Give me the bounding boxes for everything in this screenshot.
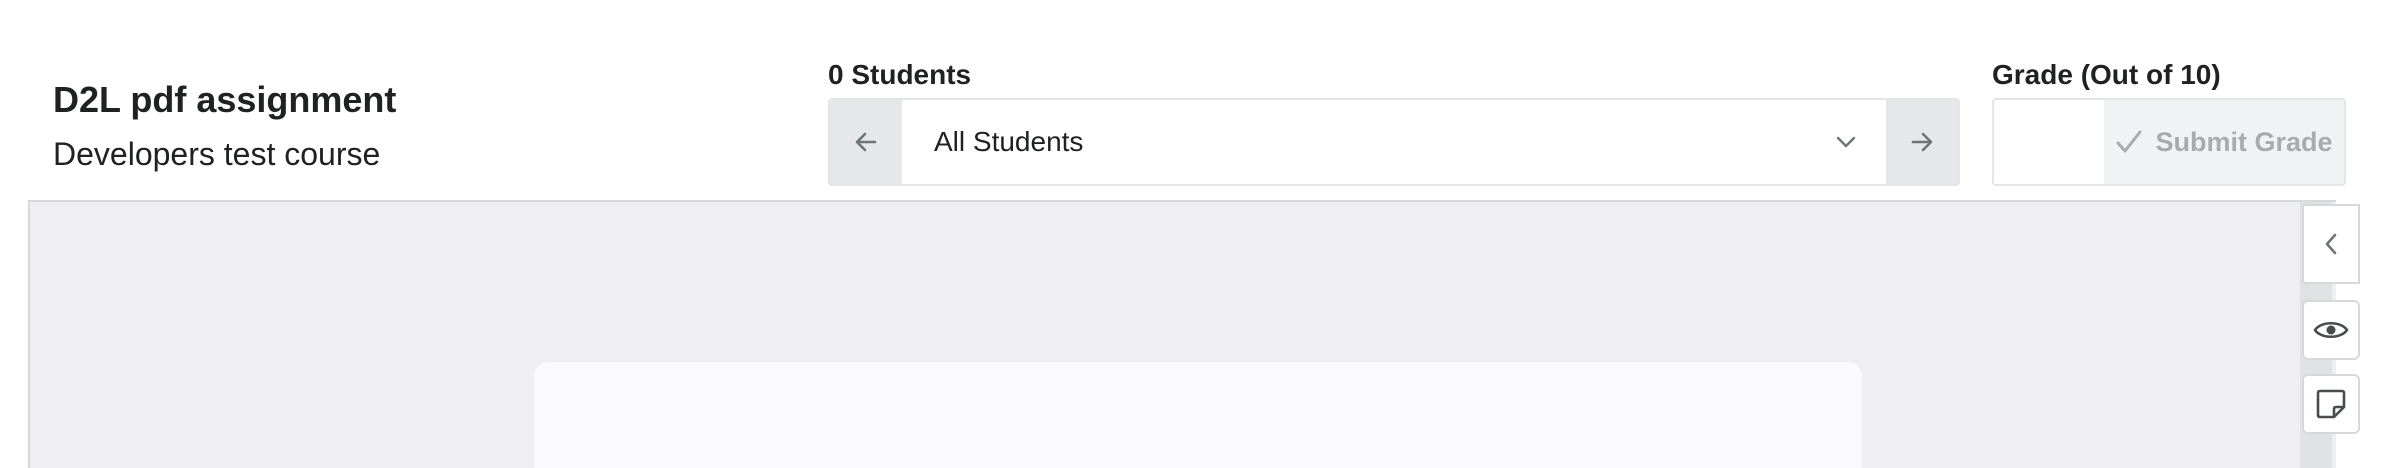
next-student-button[interactable] xyxy=(1886,100,1958,184)
grade-input[interactable] xyxy=(1994,100,2104,184)
arrow-right-icon xyxy=(1911,132,1933,152)
view-button[interactable] xyxy=(2302,300,2360,360)
annotation-note-button[interactable] xyxy=(2302,374,2360,434)
student-picker: All Students xyxy=(828,98,1960,186)
student-select[interactable]: All Students xyxy=(902,100,1886,184)
students-count-label: 0 Students xyxy=(828,59,972,90)
pdf-page[interactable] xyxy=(534,362,1862,468)
eye-icon xyxy=(2313,321,2349,339)
course-name: Developers test course xyxy=(53,136,381,172)
previous-student-button[interactable] xyxy=(830,100,902,184)
grade-label: Grade (Out of 10) xyxy=(1992,59,2221,90)
chevron-down-icon xyxy=(1836,136,1856,148)
assignment-title: D2L pdf assignment xyxy=(53,79,397,120)
submit-grade-label: Submit Grade xyxy=(2155,126,2333,157)
arrow-left-icon xyxy=(855,132,877,152)
grading-page: D2L pdf assignment Developers test cours… xyxy=(0,0,2394,468)
checkmark-icon xyxy=(2116,130,2142,153)
collapse-sidebar-button[interactable] xyxy=(2302,204,2360,284)
student-select-value: All Students xyxy=(934,126,1084,157)
sticky-note-icon xyxy=(2316,389,2346,419)
chevron-left-icon xyxy=(2325,233,2337,255)
submit-grade-button[interactable]: Submit Grade xyxy=(2104,100,2344,184)
grade-group: Submit Grade xyxy=(1992,98,2346,186)
